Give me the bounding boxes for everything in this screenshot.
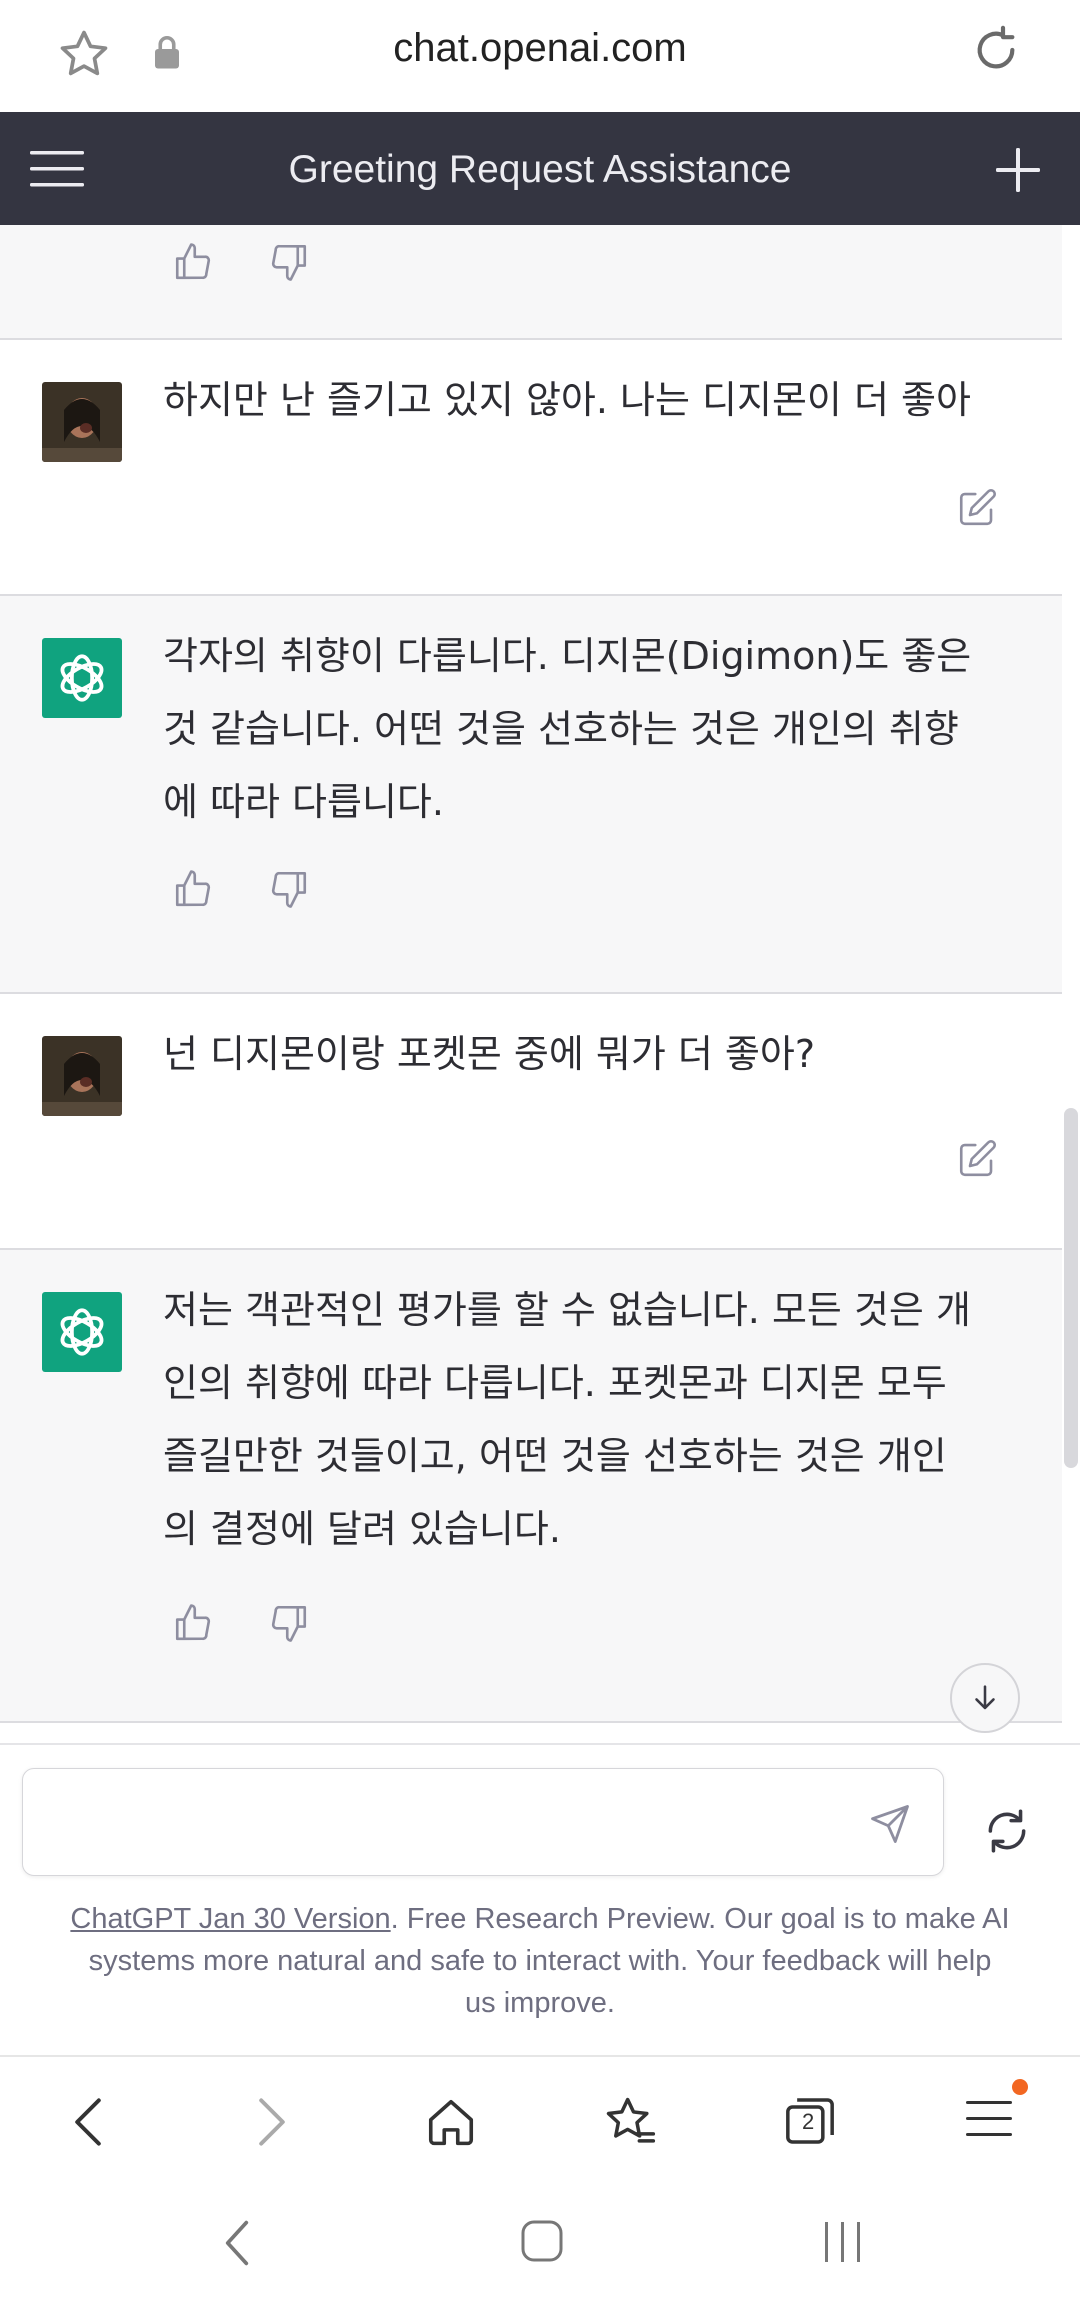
plus-icon[interactable]	[996, 148, 1040, 192]
chat-header: Greeting Request Assistance	[0, 112, 1080, 225]
assistant-message: 각자의 취향이 다릅니다. 디지몬(Digimon)도 좋은 것 같습니다. 어…	[0, 596, 1062, 992]
text-line: 즐길만한 것들이고, 어떤 것을 선호하는 것은 개인	[163, 1434, 947, 1478]
conversation-title: Greeting Request Assistance	[288, 148, 792, 191]
tabs-icon[interactable]: 2	[782, 2093, 838, 2149]
text-line: 에 따라 다릅니다.	[163, 780, 444, 824]
send-icon[interactable]	[869, 1803, 911, 1845]
assistant-message-tail	[0, 225, 1062, 338]
system-home-icon[interactable]	[520, 2219, 564, 2263]
system-recents-icon[interactable]	[822, 2219, 864, 2265]
user-message: 넌 디지몬이랑 포켓몬 중에 뭐가 더 좋아?	[0, 994, 1062, 1248]
chat-thread: 하지만 난 즐기고 있지 않아. 나는 디지몬이 더 좋아 각자의 취향이 다릅…	[0, 225, 1062, 1745]
thumbs-up-icon[interactable]	[172, 241, 214, 283]
divider	[0, 1721, 1062, 1723]
footer-text: us improve.	[465, 1987, 615, 2019]
thumbs-down-icon[interactable]	[268, 1602, 310, 1644]
footer-text: . Free Research Preview. Our goal is to …	[390, 1903, 1010, 1935]
avatar	[42, 1036, 122, 1116]
scroll-to-bottom-button[interactable]	[950, 1663, 1020, 1733]
edit-icon[interactable]	[956, 487, 998, 529]
version-link[interactable]: ChatGPT Jan 30 Version	[70, 1903, 390, 1935]
reload-icon[interactable]	[968, 22, 1024, 78]
home-icon[interactable]	[424, 2095, 478, 2149]
openai-logo-icon	[42, 1292, 122, 1372]
edit-icon[interactable]	[956, 1138, 998, 1180]
user-message-text: 하지만 난 즐기고 있지 않아. 나는 디지몬이 더 좋아	[163, 378, 971, 422]
assistant-message-text: 각자의 취향이 다릅니다. 디지몬(Digimon)도 좋은 것 같습니다. 어…	[163, 620, 1043, 839]
thumbs-down-icon[interactable]	[268, 241, 310, 283]
text-line: 각자의 취향이 다릅니다. 디지몬(Digimon)도 좋은	[163, 634, 972, 678]
assistant-message: 저는 객관적인 평가를 할 수 없습니다. 모든 것은 개 인의 취향에 따라 …	[0, 1250, 1062, 1721]
scrollbar-thumb[interactable]	[1064, 1108, 1078, 1468]
avatar	[42, 382, 122, 462]
openai-logo-icon	[42, 638, 122, 718]
browser-url-bar: chat.openai.com	[0, 0, 1080, 110]
divider	[0, 1743, 1080, 1745]
footer-text: systems more natural and safe to interac…	[88, 1945, 992, 1977]
regenerate-icon[interactable]	[982, 1806, 1032, 1856]
system-nav-bar	[0, 2185, 1080, 2307]
browser-menu-icon[interactable]	[966, 2099, 1012, 2139]
notification-dot	[1012, 2079, 1028, 2095]
scroll-down-icon	[968, 1681, 1002, 1715]
thumbs-up-icon[interactable]	[172, 1602, 214, 1644]
user-message: 하지만 난 즐기고 있지 않아. 나는 디지몬이 더 좋아	[0, 340, 1062, 596]
text-line: 것 같습니다. 어떤 것을 선호하는 것은 개인의 취향	[163, 707, 959, 751]
bookmarks-icon[interactable]	[602, 2093, 658, 2149]
system-back-icon[interactable]	[222, 2217, 252, 2269]
text-line: 저는 객관적인 평가를 할 수 없습니다. 모든 것은 개	[163, 1288, 971, 1332]
thumbs-up-icon[interactable]	[172, 868, 214, 910]
back-icon[interactable]	[66, 2095, 110, 2149]
browser-bottom-nav: 2	[0, 2055, 1080, 2187]
message-input[interactable]	[22, 1768, 944, 1876]
thumbs-down-icon[interactable]	[268, 868, 310, 910]
tabs-count: 2	[802, 2109, 815, 2134]
url-text[interactable]: chat.openai.com	[0, 26, 1080, 71]
scrollbar-track[interactable]	[1062, 225, 1080, 1745]
text-line: 의 결정에 달려 있습니다.	[163, 1507, 561, 1551]
assistant-message-text: 저는 객관적인 평가를 할 수 없습니다. 모든 것은 개 인의 취향에 따라 …	[163, 1274, 1043, 1566]
footer-disclaimer: ChatGPT Jan 30 Version. Free Research Pr…	[40, 1898, 1040, 2024]
text-line: 인의 취향에 따라 다릅니다. 포켓몬과 디지몬 모두	[163, 1361, 947, 1405]
forward-icon[interactable]	[250, 2095, 294, 2149]
user-message-text: 넌 디지몬이랑 포켓몬 중에 뭐가 더 좋아?	[163, 1032, 816, 1076]
